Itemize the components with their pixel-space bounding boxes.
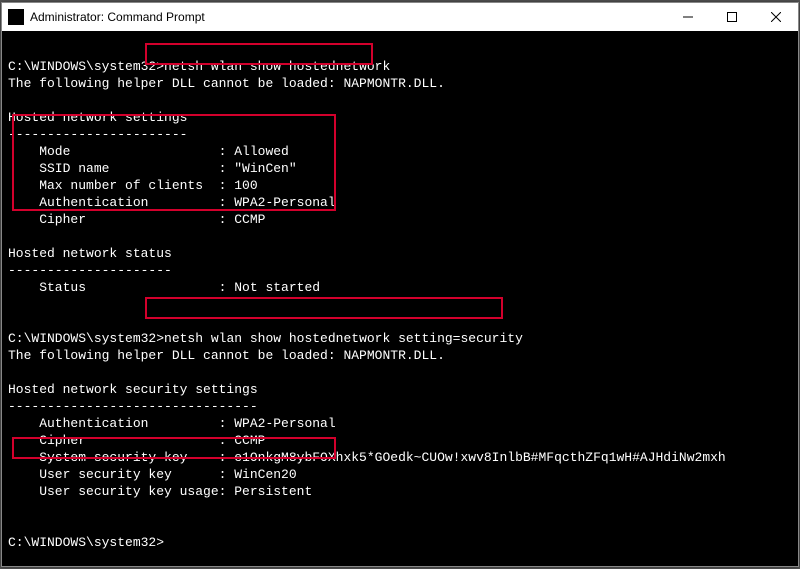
prompt: C:\WINDOWS\system32>: [8, 59, 164, 74]
setting-ssid: SSID name : "WinCen": [8, 161, 297, 176]
prompt: C:\WINDOWS\system32>: [8, 331, 164, 346]
dll-error-2: The following helper DLL cannot be loade…: [8, 348, 445, 363]
window-title: Administrator: Command Prompt: [30, 10, 666, 24]
close-button[interactable]: [754, 3, 798, 31]
dll-error-1: The following helper DLL cannot be loade…: [8, 76, 445, 91]
command-1: netsh wlan show hostednetwork: [164, 59, 390, 74]
cmd-icon: [8, 9, 24, 25]
security-cipher: Cipher : CCMP: [8, 433, 265, 448]
status-header: Hosted network status: [8, 246, 172, 261]
maximize-icon: [727, 12, 737, 22]
command-prompt-window: Administrator: Command Prompt C:\WINDOWS…: [1, 2, 799, 567]
minimize-button[interactable]: [666, 3, 710, 31]
security-syskey: System security key : e1OnkgM8ybFOXhxk5*…: [8, 450, 726, 465]
prompt: C:\WINDOWS\system32>: [8, 535, 164, 550]
security-auth: Authentication : WPA2-Personal: [8, 416, 336, 431]
dashes: -----------------------: [8, 127, 187, 142]
minimize-icon: [683, 12, 693, 22]
security-userkey: User security key : WinCen20: [8, 467, 297, 482]
settings-header: Hosted network settings: [8, 110, 187, 125]
setting-maxclients: Max number of clients : 100: [8, 178, 258, 193]
security-usage: User security key usage: Persistent: [8, 484, 312, 499]
terminal-output[interactable]: C:\WINDOWS\system32>netsh wlan show host…: [2, 31, 798, 557]
command-2: netsh wlan show hostednetwork setting=se…: [164, 331, 523, 346]
security-header: Hosted network security settings: [8, 382, 258, 397]
setting-mode: Mode : Allowed: [8, 144, 289, 159]
status-line: Status : Not started: [8, 280, 320, 295]
maximize-button[interactable]: [710, 3, 754, 31]
dashes: ---------------------: [8, 263, 172, 278]
setting-auth: Authentication : WPA2-Personal: [8, 195, 336, 210]
titlebar[interactable]: Administrator: Command Prompt: [2, 3, 798, 31]
setting-cipher: Cipher : CCMP: [8, 212, 265, 227]
dashes: --------------------------------: [8, 399, 258, 414]
close-icon: [771, 12, 781, 22]
